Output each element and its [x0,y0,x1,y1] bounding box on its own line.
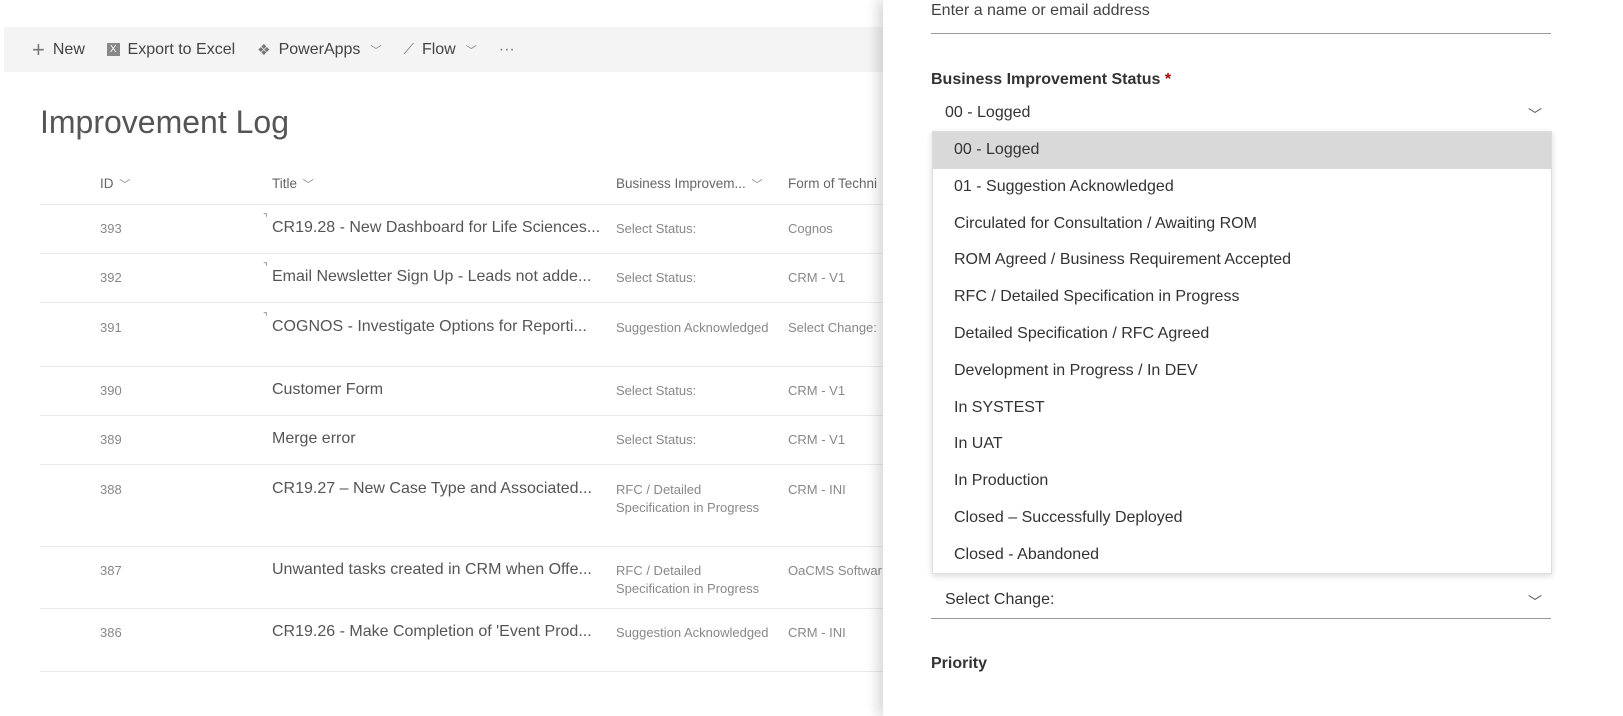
new-item-icon: ⌝ [263,262,268,273]
row-status: Suggestion Acknowledged [616,625,769,640]
row-title[interactable]: Customer Form [272,381,383,399]
row-form: OaCMS Softwar [788,563,882,578]
column-header-form[interactable]: Form of Techni [788,176,877,191]
row-form: Cognos [788,221,833,236]
divider [40,464,890,465]
status-option[interactable]: In Production [933,463,1551,500]
row-status: Select Status: [616,383,697,398]
edit-panel: Enter a name or email address Business I… [883,0,1623,716]
row-title[interactable]: CR19.26 - Make Completion of 'Event Prod… [272,623,592,641]
row-form: CRM - V1 [788,270,846,285]
powerapps-icon: ❖ [257,41,271,59]
powerapps-button[interactable]: ❖ PowerApps ﹀ [257,41,381,59]
divider [931,33,1551,34]
status-option[interactable]: 00 - Logged [933,132,1551,169]
row-form: Select Change: [788,320,877,335]
row-id: 391 [100,320,122,335]
row-title[interactable]: Unwanted tasks created in CRM when Offe.… [272,561,592,579]
row-title[interactable]: CR19.27 – New Case Type and Associated..… [272,480,592,498]
status-option[interactable]: ROM Agreed / Business Requirement Accept… [933,242,1551,279]
row-id: 389 [100,432,122,447]
divider [40,415,890,416]
row-status: Select Status: [616,221,697,236]
row-title[interactable]: CR19.28 - New Dashboard for Life Science… [272,219,600,237]
status-option[interactable]: 01 - Suggestion Acknowledged [933,169,1551,206]
more-button[interactable]: ··· [499,41,515,59]
column-header-id[interactable]: ID ﹀ [100,176,130,192]
column-header-status[interactable]: Business Improvem... ﹀ [616,176,763,192]
row-id: 393 [100,221,122,236]
divider [40,671,890,672]
divider [931,618,1551,619]
row-status: RFC / Detailed Specification in Progress [616,563,760,596]
command-bar: + New X Export to Excel ❖ PowerApps ﹀ ⟋ Flow ﹀… [4,27,884,72]
change-dropdown[interactable]: Select Change: [945,591,1565,609]
status-option[interactable]: Detailed Specification / RFC Agreed [933,316,1551,353]
status-label: Business Improvement Status * [931,71,1172,88]
row-status: RFC / Detailed Specification in Progress [616,482,760,515]
status-option[interactable]: Circulated for Consultation / Awaiting R… [933,206,1551,243]
export-excel-button[interactable]: X Export to Excel [106,41,235,59]
new-item-icon: ⌝ [263,312,268,323]
people-picker-input[interactable]: Enter a name or email address [931,2,1551,20]
row-status: Select Status: [616,270,697,285]
divider [40,366,890,367]
new-button[interactable]: + New [32,37,85,63]
row-id: 386 [100,625,122,640]
priority-label: Priority [931,655,988,672]
row-title[interactable]: Merge error [272,430,356,448]
status-option[interactable]: In UAT [933,426,1551,463]
column-header-title[interactable]: Title ﹀ [272,176,314,192]
chevron-down-icon: ﹀ [465,44,477,57]
row-status: Select Status: [616,432,697,447]
row-id: 387 [100,563,122,578]
chevron-down-icon: ﹀ [370,44,382,57]
row-form: CRM - INI [788,625,846,640]
row-form: CRM - V1 [788,432,846,447]
divider [40,302,890,303]
status-option[interactable]: RFC / Detailed Specification in Progress [933,279,1551,316]
row-id: 392 [100,270,122,285]
excel-icon: X [106,43,120,56]
flow-icon: ⟋ [403,41,414,58]
chevron-down-icon[interactable]: ﹀ [1528,592,1542,612]
status-option[interactable]: Closed - Abandoned [933,537,1551,574]
divider [40,253,890,254]
divider [40,546,890,547]
divider [40,204,890,205]
status-option[interactable]: Closed – Successfully Deployed [933,500,1551,537]
status-option[interactable]: Development in Progress / In DEV [933,353,1551,390]
row-form: CRM - V1 [788,383,846,398]
row-title[interactable]: COGNOS - Investigate Options for Reporti… [272,318,587,336]
status-dropdown[interactable]: 00 - Logged [945,104,1565,122]
flow-button[interactable]: ⟋ Flow ﹀ [403,41,476,59]
status-option[interactable]: In SYSTEST [933,390,1551,427]
chevron-down-icon[interactable]: ﹀ [1528,105,1542,125]
new-item-icon: ⌝ [263,213,268,224]
page-title: Improvement Log [40,104,290,140]
status-options-list: 00 - Logged 01 - Suggestion Acknowledged C… [932,131,1552,574]
row-title[interactable]: Email Newsletter Sign Up - Leads not add… [272,268,591,286]
divider [40,608,890,609]
row-status: Suggestion Acknowledged [616,320,769,335]
row-form: CRM - INI [788,482,846,497]
plus-icon: + [32,36,45,62]
row-id: 388 [100,482,122,497]
row-id: 390 [100,383,122,398]
